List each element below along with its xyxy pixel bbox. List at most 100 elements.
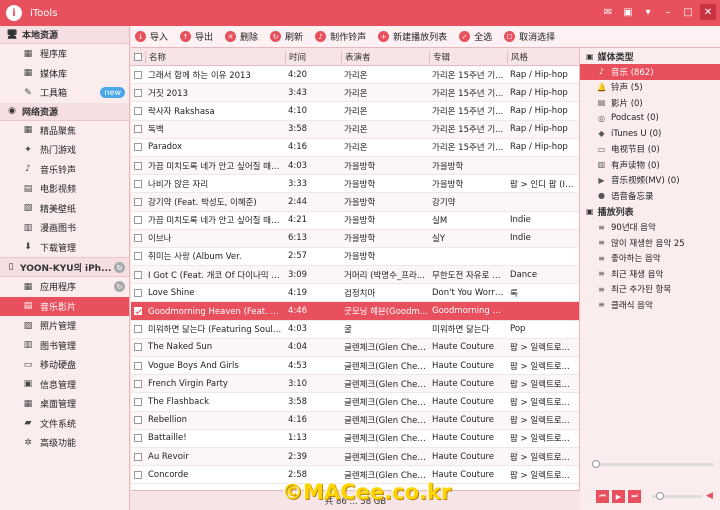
export-button[interactable]: ↑ 导出 — [180, 30, 213, 43]
select-all-button[interactable]: ✓ 全选 — [459, 30, 492, 43]
row-checkbox-box[interactable] — [134, 379, 142, 388]
make-ringtone-button[interactable]: ♪ 制作铃声 — [315, 30, 366, 43]
row-checkbox[interactable] — [131, 106, 145, 115]
playlist-item[interactable]: ≡ 좋아하는 음악 — [580, 251, 720, 267]
column-header-name[interactable]: 名称 — [145, 50, 285, 63]
row-checkbox-box[interactable] — [134, 452, 142, 461]
row-checkbox[interactable] — [131, 270, 145, 279]
media-type-item[interactable]: ♪ 音乐 (862) — [580, 64, 720, 80]
applications-refresh-icon[interactable]: ↻ — [114, 281, 125, 292]
sidebar-item-app-library[interactable]: ▦ 程序库 — [0, 44, 129, 64]
header-checkbox-box[interactable] — [134, 52, 142, 61]
media-type-item[interactable]: ● 语音备忘录 — [580, 188, 720, 204]
row-checkbox[interactable] — [131, 416, 145, 425]
table-row[interactable]: Paradox 4:16 가리온 가리온 15주년 기... Rap / Hip-hop — [131, 139, 579, 157]
column-header-album[interactable]: 专辑 — [429, 50, 507, 63]
row-checkbox-box[interactable] — [134, 234, 142, 243]
sidebar-item-toolbox[interactable]: ✎ 工具箱 new — [0, 83, 129, 103]
volume-slider[interactable] — [652, 492, 702, 500]
sidebar-item-games[interactable]: ✦ 热门游戏 — [0, 140, 129, 160]
row-checkbox[interactable] — [131, 379, 145, 388]
minimize-icon[interactable]: – — [660, 4, 676, 20]
column-header-time[interactable]: 时间 — [285, 50, 341, 63]
menu-icon[interactable]: ▾ — [640, 4, 656, 20]
table-row[interactable]: Rebellion 4:16 글렌체크(Glen Check) Haute Coutu… — [131, 411, 579, 430]
row-checkbox-box[interactable] — [134, 252, 142, 261]
volume-knob[interactable] — [656, 492, 664, 500]
sidebar-item-movies[interactable]: ▤ 电影视频 — [0, 179, 129, 199]
row-checkbox[interactable] — [131, 252, 145, 261]
row-checkbox-box[interactable] — [134, 197, 142, 206]
row-checkbox-box[interactable] — [134, 125, 142, 134]
row-checkbox[interactable] — [131, 434, 145, 443]
media-type-item[interactable]: 🔔 铃声 (5) — [580, 80, 720, 96]
row-checkbox-box[interactable] — [134, 397, 142, 406]
table-row[interactable]: 강기약 (Feat. 박성도, 이혜준) 2:44 가을방학 강기약 — [131, 193, 579, 212]
feedback-icon[interactable]: ✉ — [600, 4, 616, 20]
playlist-item[interactable]: ≡ 최근 추가된 항목 — [580, 282, 720, 298]
sidebar-item-applications[interactable]: ▦ 应用程序 ↻ — [0, 277, 129, 297]
sidebar-item-books[interactable]: ▥ 图书管理 — [0, 336, 129, 356]
row-checkbox[interactable] — [131, 307, 145, 316]
row-checkbox[interactable] — [131, 179, 145, 188]
playlists-header[interactable]: ▣ 播放列表 — [580, 204, 720, 220]
close-icon[interactable]: ✕ — [700, 4, 716, 20]
table-row[interactable]: The Naked Sun 4:04 글렌체크(Glen Check) Haute C… — [131, 338, 579, 357]
table-row[interactable]: French Virgin Party 3:10 글렌체크(Glen Check) H… — [131, 375, 579, 394]
row-checkbox[interactable] — [131, 197, 145, 206]
column-header-artist[interactable]: 表演者 — [341, 50, 429, 63]
table-row[interactable]: 독백 3:58 가리온 가리온 15주년 기... Rap / Hip-hop — [131, 120, 579, 139]
row-checkbox-box[interactable] — [134, 88, 142, 97]
media-types-header[interactable]: ▣ 媒体类型 — [580, 48, 720, 64]
row-checkbox[interactable] — [131, 452, 145, 461]
volume-icon[interactable]: ◀ — [706, 491, 713, 501]
table-row[interactable]: 가끔 미치도록 네가 안고 싶어질 때가... 4:21 가을방학 실M Indie — [131, 212, 579, 230]
row-checkbox-box[interactable] — [134, 361, 142, 370]
sidebar-item-media-library[interactable]: ▦ 媒体库 — [0, 64, 129, 84]
delete-button[interactable]: ✕ 删除 — [225, 30, 258, 43]
row-checkbox-box[interactable] — [134, 416, 142, 425]
sidebar-item-music-video[interactable]: ▤ 音乐影片 — [0, 296, 129, 316]
table-row[interactable]: 그래서 함께 하는 이유 2013 4:20 가리온 가리온 15주년 기... Rap… — [131, 66, 579, 85]
sidebar-item-music-ringtones[interactable]: ♪ 音乐铃声 — [0, 160, 129, 180]
new-playlist-button[interactable]: + 新建播放列表 — [378, 30, 447, 43]
table-row[interactable]: 가끔 미치도록 네가 안고 싶어질 때가... 4:03 가을방학 가을방학 — [131, 156, 579, 176]
row-checkbox-box[interactable] — [134, 343, 142, 352]
table-row[interactable]: 이브나 6:13 가을방학 실Y Indie — [131, 229, 579, 248]
table-row[interactable]: 나비가 앉은 자리 3:33 가을방학 가을방학 팝 > 인디 팝 (In... — [131, 175, 579, 194]
sidebar-item-download-manager[interactable]: ⬇ 下载管理 — [0, 238, 129, 258]
table-row[interactable]: Vogue Boys And Girls 4:53 글렌체크(Glen Check)… — [131, 357, 579, 376]
table-row[interactable]: Battaille! 1:13 글렌체크(Glen Check) Haute Cout… — [131, 430, 579, 448]
row-checkbox[interactable] — [131, 88, 145, 97]
media-type-item[interactable]: ◎ Podcast (0) — [580, 111, 720, 127]
row-checkbox[interactable] — [131, 234, 145, 243]
row-checkbox-box[interactable] — [134, 307, 142, 316]
playlist-item[interactable]: ≡ 최근 재생 음악 — [580, 266, 720, 282]
table-row[interactable]: 거짓 2013 3:43 가리온 가리온 15주년 기... Rap / Hip-hop — [131, 84, 579, 103]
progress-knob[interactable] — [592, 460, 600, 468]
sidebar-item-desktop[interactable]: ▦ 桌面管理 — [0, 394, 129, 414]
table-row[interactable]: 취미는 사랑 (Album Ver. 2:57 가을방학 — [131, 248, 579, 267]
row-checkbox[interactable] — [131, 161, 145, 170]
playlist-item[interactable]: ≡ 90년대 음악 — [580, 220, 720, 236]
playback-progress-slider[interactable] — [592, 460, 714, 468]
row-checkbox[interactable] — [131, 397, 145, 406]
skin-icon[interactable]: ▣ — [620, 4, 636, 20]
sidebar-item-advanced[interactable]: ✲ 高级功能 — [0, 433, 129, 453]
row-checkbox-box[interactable] — [134, 470, 142, 479]
table-row[interactable]: The Flashback 3:58 글렌체크(Glen Check) Haute C… — [131, 393, 579, 412]
row-checkbox-box[interactable] — [134, 143, 142, 152]
play-button[interactable]: ▶ — [612, 490, 625, 503]
row-checkbox[interactable] — [131, 470, 145, 479]
row-checkbox[interactable] — [131, 70, 145, 79]
row-checkbox-box[interactable] — [134, 270, 142, 279]
sidebar-item-file-system[interactable]: ▰ 文件系统 — [0, 414, 129, 434]
table-row[interactable]: 락사자 Rakshasa 4:10 가리온 가리온 15주년 기... Rap / Hi… — [131, 102, 579, 121]
sidebar-item-featured[interactable]: ▦ 精品聚焦 — [0, 121, 129, 141]
next-button[interactable]: ⏭ — [628, 490, 641, 503]
table-row[interactable]: Goodmorning Heaven (Feat. 하림) 4:46 굿모닝 헤븐(… — [131, 302, 579, 321]
row-checkbox[interactable] — [131, 143, 145, 152]
table-row[interactable]: Au Revoir 2:39 글렌체크(Glen Check) Haute Coutu… — [131, 447, 579, 467]
row-checkbox[interactable] — [131, 125, 145, 134]
row-checkbox-box[interactable] — [134, 161, 142, 170]
